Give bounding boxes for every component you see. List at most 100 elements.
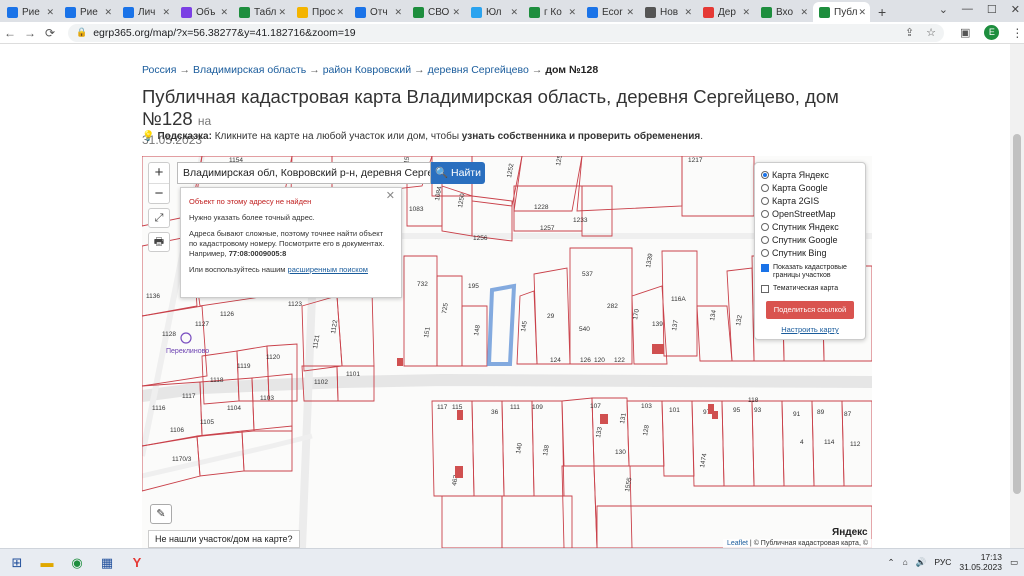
tab-close-icon[interactable]: ✕ — [510, 7, 518, 18]
tab-close-icon[interactable]: ✕ — [858, 7, 866, 18]
layer-radio[interactable] — [761, 170, 769, 179]
advanced-search-link[interactable]: расширенным поиском — [288, 265, 368, 274]
windows-start-icon[interactable]: ⊞ — [4, 553, 30, 573]
clock[interactable]: 17:13 31.05.2023 — [959, 552, 1002, 572]
browser-tab[interactable]: Табл ✕ — [233, 2, 290, 22]
breadcrumb-link[interactable]: район Ковровский — [323, 64, 411, 76]
layer-radio[interactable] — [761, 196, 769, 205]
maximize-icon[interactable]: ☐ — [987, 3, 997, 16]
parcel-boundary[interactable] — [581, 185, 613, 237]
tab-close-icon[interactable]: ✕ — [568, 7, 576, 18]
parcel-boundary[interactable] — [661, 250, 698, 357]
breadcrumb-link[interactable]: деревня Сергейцево — [428, 64, 529, 76]
browser-tab[interactable]: Нов ✕ — [639, 2, 696, 22]
tray-chevron-icon[interactable]: ⌃ — [888, 557, 895, 568]
tab-close-icon[interactable]: ✕ — [394, 7, 402, 18]
browser-tab[interactable]: Публ ✕ — [813, 2, 870, 22]
zoom-in-button[interactable]: + — [149, 163, 169, 183]
page-scrollbar[interactable] — [1010, 44, 1024, 548]
share-link-button[interactable]: Поделиться ссылкой — [766, 301, 854, 319]
tab-close-icon[interactable]: ✕ — [336, 7, 344, 18]
fullscreen-icon[interactable]: ⤢ — [148, 208, 170, 228]
tab-close-icon[interactable]: ✕ — [800, 7, 808, 18]
parcel-boundary[interactable] — [561, 465, 598, 548]
layer-radio[interactable] — [761, 222, 769, 231]
tab-close-icon[interactable]: ✕ — [452, 7, 460, 18]
address-bar[interactable]: 🔒 egrp365.org/map/?x=56.38277&y=41.18271… — [68, 23, 944, 42]
address-search-input[interactable]: Владимирская обл, Ковровский р-н, деревн… — [177, 162, 431, 184]
tab-close-icon[interactable]: ✕ — [104, 7, 112, 18]
not-found-button[interactable]: Не нашли участок/дом на карте? — [148, 530, 300, 548]
parcel-boundary[interactable] — [436, 275, 463, 367]
parcel-boundary[interactable] — [441, 185, 473, 237]
leaflet-link[interactable]: Leaflet — [727, 540, 748, 547]
tab-close-icon[interactable]: ✕ — [162, 7, 170, 18]
parcel-boundary[interactable] — [266, 343, 298, 402]
tab-close-icon[interactable]: ✕ — [46, 7, 54, 18]
browser-tab[interactable]: Отч ✕ — [349, 2, 406, 22]
side-panel-icon[interactable]: ▣ — [960, 26, 970, 39]
parcel-boundary[interactable] — [142, 305, 208, 387]
close-window-icon[interactable]: ✕ — [1011, 3, 1020, 16]
show-boundaries-option[interactable]: Показать кадастровые границы участков — [761, 264, 859, 280]
volume-icon[interactable]: 🔊 — [916, 557, 927, 568]
show-boundaries-checkbox[interactable] — [761, 264, 769, 272]
layer-radio[interactable] — [761, 209, 769, 218]
thematic-map-checkbox[interactable] — [761, 285, 769, 293]
file-explorer-icon[interactable]: ▬ — [34, 553, 60, 573]
browser-tab[interactable]: Рие ✕ — [59, 2, 116, 22]
layer-option[interactable]: Спутник Яндекс — [761, 220, 859, 233]
browser-tab[interactable]: Рие ✕ — [1, 2, 58, 22]
parcel-boundary[interactable] — [576, 156, 683, 212]
zoom-out-button[interactable]: − — [149, 183, 169, 203]
reload-icon[interactable]: ⟳ — [40, 26, 60, 40]
layer-option[interactable]: Карта Google — [761, 181, 859, 194]
tab-close-icon[interactable]: ✕ — [626, 7, 634, 18]
tab-close-icon[interactable]: ✕ — [684, 7, 692, 18]
layer-option[interactable]: Карта Яндекс — [761, 168, 859, 181]
layer-option[interactable]: Спутник Bing — [761, 246, 859, 259]
browser-tab[interactable]: Вхо ✕ — [755, 2, 812, 22]
parcel-boundary[interactable] — [403, 255, 438, 367]
minimize-icon[interactable]: — — [962, 3, 973, 16]
cadastral-map[interactable]: 1154 1574 1252 1254 1217 1083 1084 1250 1233 1257… — [142, 156, 872, 548]
layer-radio[interactable] — [761, 248, 769, 257]
close-icon[interactable]: ✕ — [386, 191, 395, 202]
new-tab-button[interactable]: + — [874, 2, 890, 22]
browser-tab[interactable]: Ecor ✕ — [581, 2, 638, 22]
layer-option[interactable]: Карта 2GIS — [761, 194, 859, 207]
breadcrumb-link[interactable]: Владимирская область — [193, 64, 306, 76]
tab-close-icon[interactable]: ✕ — [278, 7, 286, 18]
layer-option[interactable]: Спутник Google — [761, 233, 859, 246]
breadcrumb-link[interactable]: Россия — [142, 64, 176, 76]
browser-menu-icon[interactable]: ⋮ — [1011, 26, 1023, 40]
parcel-boundary[interactable] — [336, 290, 375, 367]
configure-map-link[interactable]: Настроить карту — [761, 325, 859, 334]
app-icon[interactable]: ▦ — [94, 553, 120, 573]
browser-tab[interactable]: г Ко ✕ — [523, 2, 580, 22]
find-button[interactable]: 🔍 Найти — [431, 162, 485, 184]
parcel-boundary[interactable] — [441, 495, 503, 548]
parcel-boundary[interactable] — [501, 495, 573, 548]
browser-tab[interactable]: Лич ✕ — [117, 2, 174, 22]
parcel-boundary[interactable] — [513, 156, 583, 212]
layer-radio[interactable] — [761, 183, 769, 192]
parcel-boundary[interactable] — [681, 156, 755, 217]
layer-option[interactable]: OpenStreetMap — [761, 207, 859, 220]
edit-pencil-icon[interactable]: ✎ — [150, 504, 172, 524]
browser-tab[interactable]: СВО ✕ — [407, 2, 464, 22]
network-icon[interactable]: ⌂ — [903, 557, 908, 567]
back-icon[interactable]: ← — [0, 26, 20, 40]
browser-tab[interactable]: Объ ✕ — [175, 2, 232, 22]
parcel-boundary[interactable] — [471, 400, 505, 497]
bookmark-star-icon[interactable]: ☆ — [926, 26, 936, 39]
browser-tab[interactable]: Прос ✕ — [291, 2, 348, 22]
parcel-boundary[interactable] — [726, 267, 755, 362]
thematic-map-option[interactable]: Тематическая карта — [761, 285, 859, 293]
scrollbar-thumb[interactable] — [1013, 134, 1021, 494]
language-indicator[interactable]: РУС — [934, 557, 951, 567]
share-icon[interactable]: ⇪ — [905, 26, 914, 39]
browser-tab[interactable]: Юл ✕ — [465, 2, 522, 22]
profile-avatar[interactable]: E — [984, 25, 1000, 40]
tab-close-icon[interactable]: ✕ — [742, 7, 750, 18]
